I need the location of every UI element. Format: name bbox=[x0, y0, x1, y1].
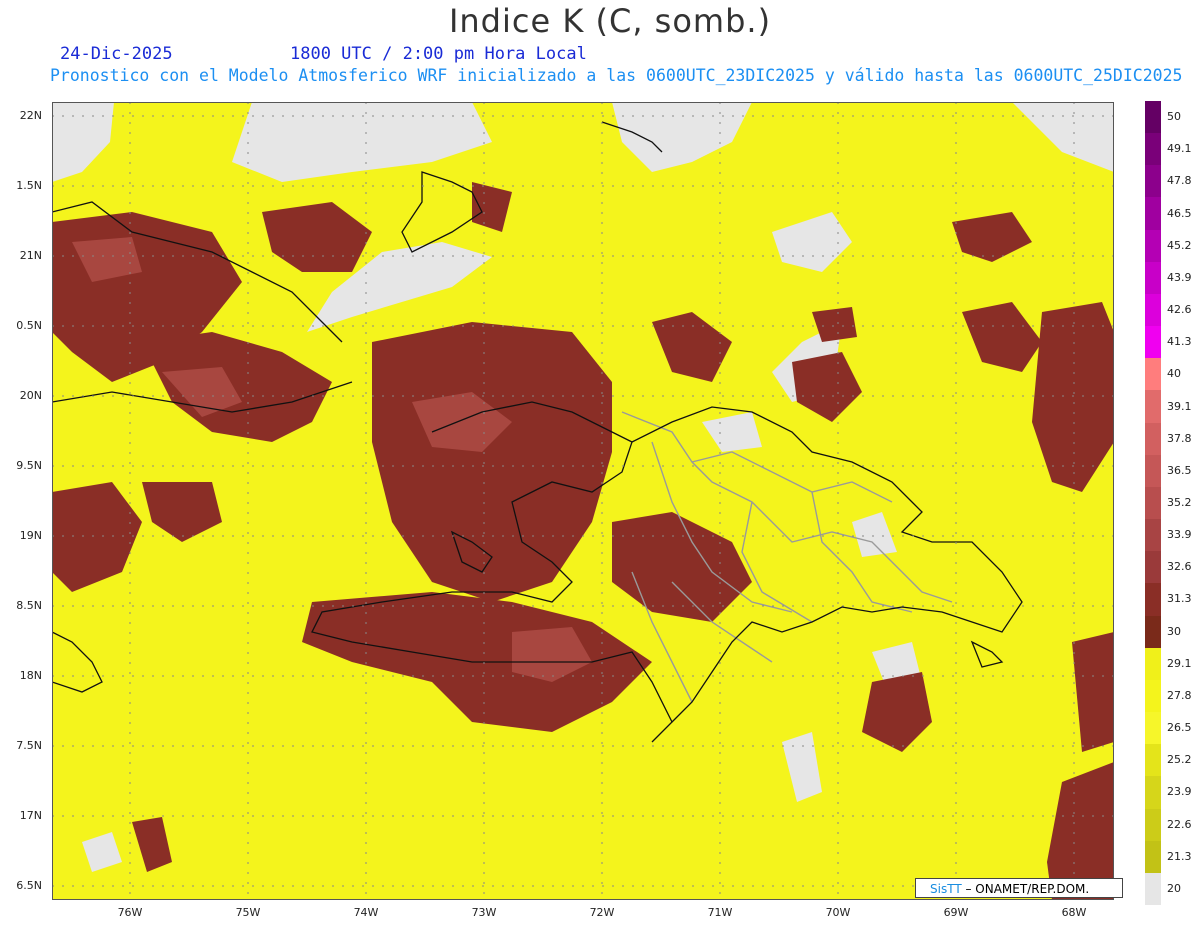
colorbar-cell bbox=[1145, 358, 1161, 391]
credit-text: – ONAMET/REP.DOM. bbox=[961, 882, 1090, 896]
colorbar-cell bbox=[1145, 133, 1161, 166]
map-canvas bbox=[52, 102, 1114, 900]
colorbar-label: 45.2 bbox=[1167, 238, 1192, 252]
colorbar-label: 23.9 bbox=[1167, 785, 1192, 799]
colorbar-cell bbox=[1145, 486, 1161, 520]
lat-label: 21N bbox=[19, 249, 42, 262]
colorbar-label: 33.9 bbox=[1167, 528, 1192, 542]
colorbar-cell bbox=[1145, 808, 1161, 842]
lon-label: 71W bbox=[707, 906, 733, 919]
colorbar-label: 39.1 bbox=[1167, 399, 1192, 413]
colorbar-cell bbox=[1145, 261, 1161, 295]
k-index-map bbox=[52, 102, 1114, 900]
colorbar-cell bbox=[1145, 712, 1161, 745]
lat-label: 6.5N bbox=[16, 879, 42, 892]
colorbar-label: 27.8 bbox=[1167, 688, 1192, 702]
colorbar-cell bbox=[1145, 390, 1161, 424]
colorbar bbox=[1145, 101, 1161, 906]
lat-label: 0.5N bbox=[16, 319, 42, 332]
colorbar-cell bbox=[1145, 422, 1161, 456]
high-k-regions bbox=[52, 182, 1114, 900]
lat-label: 9.5N bbox=[16, 459, 42, 472]
colorbar-cell bbox=[1145, 679, 1161, 713]
credit-brand: SisTT bbox=[930, 882, 962, 896]
colorbar-label: 20 bbox=[1167, 881, 1181, 895]
lat-label: 17N bbox=[19, 809, 42, 822]
colorbar-cell bbox=[1145, 165, 1161, 198]
colorbar-label: 47.8 bbox=[1167, 174, 1192, 188]
colorbar-label: 31.3 bbox=[1167, 592, 1192, 606]
colorbar-cell bbox=[1145, 647, 1161, 681]
colorbar-label: 37.8 bbox=[1167, 431, 1192, 445]
colorbar-label: 41.3 bbox=[1167, 335, 1192, 349]
colorbar-cell bbox=[1145, 840, 1161, 874]
colorbar-cell bbox=[1145, 101, 1161, 134]
colorbar-label: 49.1 bbox=[1167, 142, 1192, 156]
colorbar-cell bbox=[1145, 744, 1161, 777]
colorbar-label: 21.3 bbox=[1167, 849, 1192, 863]
lon-label: 74W bbox=[353, 906, 379, 919]
lon-label: 76W bbox=[117, 906, 143, 919]
lat-label: 1.5N bbox=[16, 179, 42, 192]
colorbar-label: 26.5 bbox=[1167, 721, 1192, 735]
colorbar-label: 29.1 bbox=[1167, 656, 1192, 670]
colorbar-label: 42.6 bbox=[1167, 303, 1192, 317]
lon-label: 68W bbox=[1061, 906, 1087, 919]
lon-label: 72W bbox=[589, 906, 615, 919]
colorbar-label: 32.6 bbox=[1167, 560, 1192, 574]
model-info: Pronostico con el Modelo Atmosferico WRF… bbox=[50, 66, 1183, 85]
lat-label: 7.5N bbox=[16, 739, 42, 752]
colorbar-cell bbox=[1145, 776, 1161, 810]
lat-label: 22N bbox=[19, 109, 42, 122]
colorbar-label: 35.2 bbox=[1167, 496, 1192, 509]
lon-label: 73W bbox=[471, 906, 497, 919]
colorbar-cell bbox=[1145, 326, 1161, 359]
colorbar-label: 22.6 bbox=[1167, 817, 1192, 831]
colorbar-label: 25.2 bbox=[1167, 753, 1192, 767]
colorbar-label: 36.5 bbox=[1167, 463, 1192, 477]
colorbar-cell bbox=[1145, 293, 1161, 327]
colorbar-cell bbox=[1145, 551, 1161, 584]
lat-label: 19N bbox=[19, 529, 42, 542]
forecast-time: 1800 UTC / 2:00 pm Hora Local bbox=[290, 44, 587, 64]
lat-label: 18N bbox=[19, 669, 42, 682]
colorbar-label: 30 bbox=[1167, 624, 1181, 638]
lon-label: 70W bbox=[825, 906, 851, 919]
colorbar-cell bbox=[1145, 519, 1161, 552]
colorbar-cell bbox=[1145, 872, 1161, 906]
colorbar-cell bbox=[1145, 229, 1161, 263]
credit-box: SisTT – ONAMET/REP.DOM. bbox=[915, 878, 1123, 898]
colorbar-label: 40 bbox=[1167, 367, 1181, 381]
chart-title: Indice K (C, somb.) bbox=[448, 2, 772, 40]
colorbar-cell bbox=[1145, 615, 1161, 649]
lat-label: 8.5N bbox=[16, 599, 42, 612]
colorbar-cell bbox=[1145, 197, 1161, 231]
colorbar-label: 43.9 bbox=[1167, 270, 1192, 284]
colorbar-label: 50 bbox=[1167, 110, 1181, 124]
forecast-date: 24-Dic-2025 bbox=[60, 44, 173, 64]
lon-label: 69W bbox=[943, 906, 969, 919]
colorbar-cell bbox=[1145, 454, 1161, 488]
lon-label: 75W bbox=[235, 906, 261, 919]
lat-label: 20N bbox=[19, 389, 42, 402]
colorbar-label: 46.5 bbox=[1167, 206, 1192, 220]
colorbar-cell bbox=[1145, 583, 1161, 617]
